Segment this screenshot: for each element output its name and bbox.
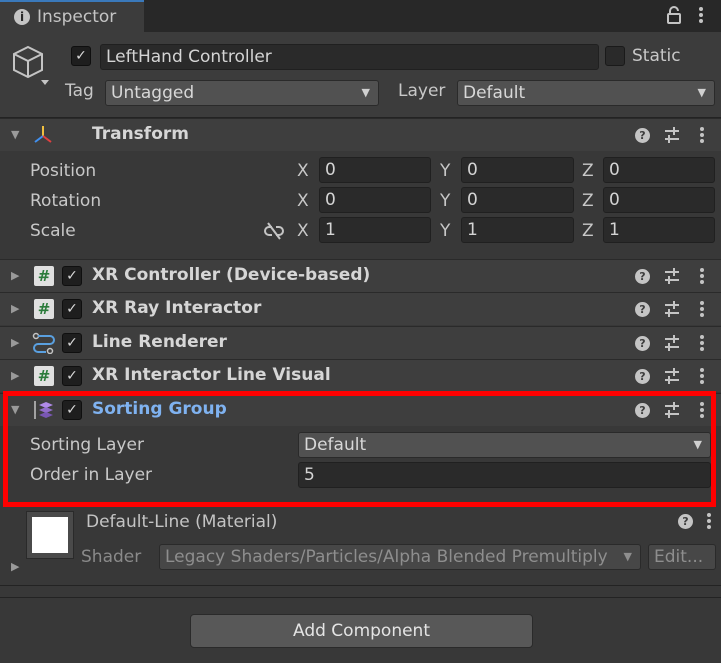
axis-z-label[interactable]: Z	[582, 191, 594, 211]
component-header-xr-controller[interactable]: ▶ # ✓ XR Controller (Device-based) ?	[0, 259, 721, 292]
divider	[0, 585, 721, 586]
component-header-line-renderer[interactable]: ▶ ✓ Line Renderer ?	[0, 326, 721, 359]
kebab-menu-icon[interactable]	[699, 267, 705, 290]
layer-value: Default	[463, 83, 526, 103]
help-icon[interactable]: ?	[635, 269, 650, 284]
axis-z-label[interactable]: Z	[582, 221, 594, 241]
help-icon[interactable]: ?	[635, 128, 650, 143]
lock-icon[interactable]	[666, 6, 682, 28]
tag-label: Tag	[65, 81, 94, 101]
component-enabled-checkbox[interactable]: ✓	[62, 333, 82, 353]
axis-y-label[interactable]: Y	[440, 191, 450, 211]
component-enabled-checkbox[interactable]: ✓	[62, 266, 82, 286]
kebab-menu-icon[interactable]	[699, 334, 705, 357]
shader-label: Shader	[81, 547, 142, 567]
presets-icon[interactable]	[664, 126, 680, 149]
axis-x-label[interactable]: X	[297, 161, 309, 181]
foldout-collapsed-icon[interactable]: ▶	[11, 302, 19, 315]
foldout-collapsed-icon[interactable]: ▶	[11, 560, 19, 573]
shader-dropdown[interactable]: Legacy Shaders/Particles/Alpha Blended P…	[159, 544, 641, 570]
help-icon[interactable]: ?	[635, 369, 650, 384]
script-hash-icon: #	[34, 366, 54, 386]
component-title: Transform	[92, 124, 189, 144]
axis-y-label[interactable]: Y	[440, 161, 450, 181]
component-header-xr-interactor-line-visual[interactable]: ▶ # ✓ XR Interactor Line Visual ?	[0, 359, 721, 392]
tag-value: Untagged	[111, 83, 195, 103]
axis-z-label[interactable]: Z	[582, 161, 594, 181]
scale-z-field[interactable]: 1	[603, 217, 715, 243]
static-checkbox[interactable]	[605, 46, 625, 66]
kebab-menu-icon[interactable]	[699, 126, 705, 149]
chevron-down-icon: ▼	[697, 86, 706, 99]
help-icon[interactable]: ?	[635, 302, 650, 317]
material-title: Default-Line (Material)	[86, 512, 278, 532]
kebab-menu-icon[interactable]	[699, 300, 705, 323]
position-y-field[interactable]: 0	[461, 157, 574, 183]
help-icon[interactable]: ?	[678, 514, 693, 529]
line-renderer-icon	[32, 332, 56, 359]
shader-edit-button[interactable]: Edit...	[648, 544, 716, 570]
tab-label: Inspector	[37, 7, 117, 27]
gameobject-active-checkbox[interactable]: ✓	[71, 46, 91, 66]
gameobject-name-field[interactable]: LeftHand Controller	[100, 44, 599, 70]
position-label: Position	[30, 161, 97, 181]
material-swatch	[32, 517, 68, 553]
scale-y-field[interactable]: 1	[461, 217, 574, 243]
component-enabled-checkbox[interactable]: ✓	[62, 366, 82, 386]
rotation-label: Rotation	[30, 191, 102, 211]
kebab-menu-icon[interactable]	[706, 512, 712, 535]
chevron-down-icon: ▼	[623, 550, 632, 563]
rotation-x-field[interactable]: 0	[319, 187, 431, 213]
presets-icon[interactable]	[664, 334, 680, 357]
script-hash-icon: #	[34, 299, 54, 319]
presets-icon[interactable]	[664, 300, 680, 323]
transform-icon	[32, 124, 54, 151]
foldout-collapsed-icon[interactable]: ▶	[11, 336, 19, 349]
inspector-tab-bar: i Inspector	[0, 0, 721, 32]
kebab-menu-icon[interactable]	[699, 367, 705, 390]
component-title: Line Renderer	[92, 332, 227, 352]
transform-header[interactable]: ▼ Transform ?	[0, 118, 721, 151]
material-section: ▶ Default-Line (Material) ? Shader Legac…	[0, 507, 721, 585]
shader-value: Legacy Shaders/Particles/Alpha Blended P…	[165, 547, 608, 567]
layer-label: Layer	[398, 81, 446, 101]
kebab-menu-icon[interactable]	[698, 6, 704, 28]
presets-icon[interactable]	[664, 267, 680, 290]
static-label: Static	[632, 46, 681, 66]
tag-dropdown[interactable]: Untagged ▼	[105, 80, 379, 106]
transform-body: Position X 0 Y 0 Z 0 Rotation X 0 Y 0 Z …	[0, 151, 721, 258]
component-title: XR Controller (Device-based)	[92, 265, 371, 285]
gameobject-cube-icon[interactable]	[10, 44, 50, 91]
component-enabled-checkbox[interactable]: ✓	[62, 299, 82, 319]
position-z-field[interactable]: 0	[603, 157, 715, 183]
presets-icon[interactable]	[664, 367, 680, 390]
highlight-box	[3, 391, 716, 507]
axis-x-label[interactable]: X	[297, 221, 309, 241]
axis-y-label[interactable]: Y	[440, 221, 450, 241]
tab-inspector[interactable]: i Inspector	[0, 0, 144, 32]
layer-dropdown[interactable]: Default ▼	[457, 80, 715, 106]
scale-label: Scale	[30, 221, 76, 241]
chevron-down-icon: ▼	[361, 86, 370, 99]
component-title: XR Ray Interactor	[92, 298, 262, 318]
component-header-xr-ray-interactor[interactable]: ▶ # ✓ XR Ray Interactor ?	[0, 292, 721, 325]
scale-x-field[interactable]: 1	[319, 217, 431, 243]
component-title: XR Interactor Line Visual	[92, 365, 331, 385]
script-hash-icon: #	[34, 266, 54, 286]
gameobject-header: ✓ LeftHand Controller Static Tag Untagge…	[0, 32, 721, 118]
info-icon: i	[14, 9, 30, 25]
divider	[0, 597, 721, 598]
foldout-expanded-icon[interactable]: ▼	[11, 128, 19, 141]
rotation-y-field[interactable]: 0	[461, 187, 574, 213]
foldout-collapsed-icon[interactable]: ▶	[11, 369, 19, 382]
position-x-field[interactable]: 0	[319, 157, 431, 183]
material-preview[interactable]	[26, 511, 74, 559]
rotation-z-field[interactable]: 0	[603, 187, 715, 213]
unlinked-scale-icon[interactable]	[264, 222, 284, 245]
add-component-button[interactable]: Add Component	[190, 614, 533, 648]
axis-x-label[interactable]: X	[297, 191, 309, 211]
foldout-collapsed-icon[interactable]: ▶	[11, 269, 19, 282]
help-icon[interactable]: ?	[635, 336, 650, 351]
